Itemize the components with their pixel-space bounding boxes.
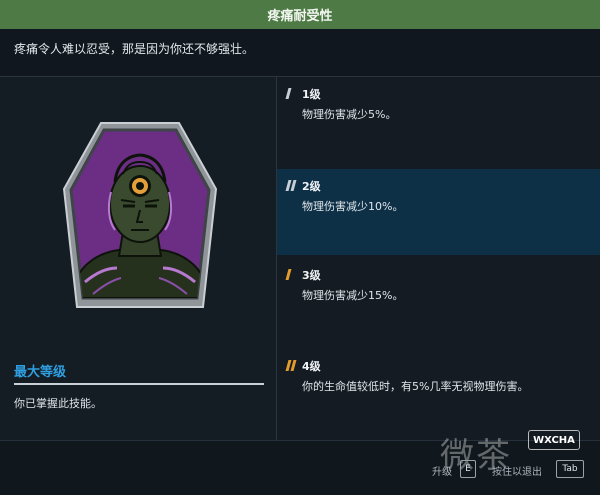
exit-label: 按住以退出: [492, 467, 542, 478]
skill-title: 疼痛耐受性: [267, 9, 333, 24]
cybernetic-head-badge-icon: [62, 122, 218, 312]
level-name: 2级: [302, 180, 321, 193]
upgrade-label: 升级: [432, 467, 452, 478]
level-marker-icon: [285, 269, 296, 280]
skill-overview-panel: 最大等级 你已掌握此技能。: [0, 77, 277, 440]
level-effect: 物理伤害减少10%。: [302, 200, 404, 213]
skill-description: 疼痛令人难以忍受，那是因为你还不够强壮。: [14, 42, 255, 56]
skill-title-bar: 疼痛耐受性: [0, 0, 600, 30]
exit-key-button[interactable]: Tab: [556, 460, 584, 478]
skill-level-3[interactable]: 3级 物理伤害减少15%。: [277, 258, 600, 344]
max-level-divider: [14, 383, 264, 385]
level-effect: 物理伤害减少15%。: [302, 289, 404, 302]
max-level-title: 最大等级: [14, 365, 67, 380]
level-effect: 物理伤害减少5%。: [302, 108, 397, 121]
skill-level-2[interactable]: 2级 物理伤害减少10%。: [277, 169, 600, 255]
level-marker-icon: [285, 180, 297, 191]
skill-level-4[interactable]: 4级 你的生命值较低时，有5%几率无视物理伤害。: [277, 349, 600, 435]
skill-description-bar: 疼痛令人难以忍受，那是因为你还不够强壮。: [0, 29, 600, 77]
upgrade-key-button[interactable]: E: [460, 460, 476, 478]
skill-level-1[interactable]: 1级 物理伤害减少5%。: [277, 77, 600, 163]
level-name: 4级: [302, 360, 321, 373]
max-level-description: 你已掌握此技能。: [14, 397, 102, 410]
level-name: 3级: [302, 269, 321, 282]
watermark-badge: WXCHA: [528, 430, 580, 450]
skill-levels-list: 1级 物理伤害减少5%。 2级 物理伤害减少10%。 3级 物理伤害减少15%。…: [277, 77, 600, 440]
level-effect: 你的生命值较低时，有5%几率无视物理伤害。: [302, 380, 529, 393]
level-marker-icon: [285, 88, 296, 99]
level-marker-icon: [285, 360, 297, 371]
level-name: 1级: [302, 88, 321, 101]
